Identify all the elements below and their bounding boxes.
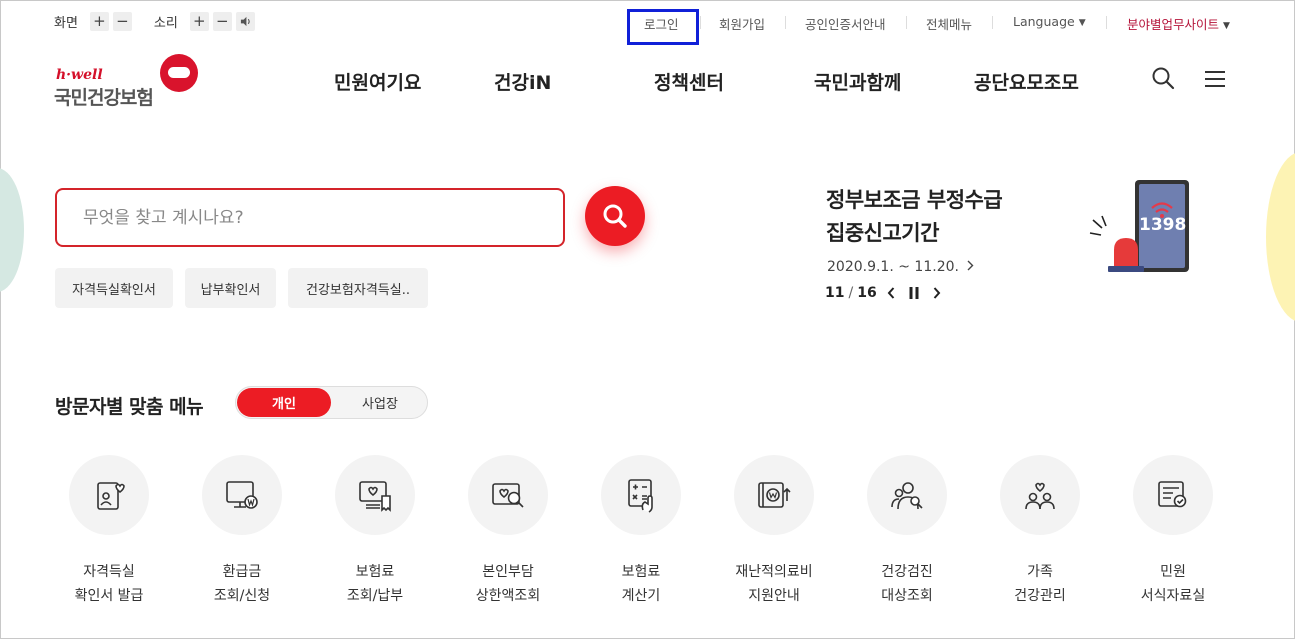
logo-hwell: h·well	[56, 67, 103, 83]
service-label-line2: 조회/신청	[213, 588, 271, 604]
hotline-number: 1398	[1139, 215, 1187, 235]
login-focus-highlight	[627, 9, 699, 45]
tab-personal[interactable]: 개인	[237, 388, 331, 417]
calculator-hand-icon	[601, 455, 681, 535]
section-title: 방문자별 맞춤 메뉴	[55, 396, 204, 418]
business-sites-label: 분야별업무사이트	[1127, 17, 1220, 32]
service-label-line2: 서식자료실	[1140, 588, 1206, 604]
pager-pause-icon[interactable]	[909, 287, 919, 299]
speaker-icon[interactable]	[235, 12, 255, 31]
caret-down-icon: ▼	[1078, 18, 1086, 28]
volume-down-button[interactable]: −	[212, 12, 232, 31]
service-refund[interactable]: 환급금조회/신청	[177, 455, 307, 608]
service-label-line1: 보험료	[355, 564, 395, 580]
header-search-icon[interactable]	[1151, 66, 1175, 90]
service-label-line1: 환급금	[222, 564, 262, 580]
gnb-item-with-people[interactable]: 국민과함께	[814, 68, 901, 95]
service-catastrophic-medical[interactable]: 재난적의료비지원안내	[709, 455, 839, 608]
notice-date-link[interactable]: 2020.9.1. ~ 11.20.	[827, 259, 974, 275]
notice-title-line2: 집중신고기간	[826, 221, 939, 245]
service-label-line2: 상한액조회	[475, 588, 541, 604]
service-copay-ceiling[interactable]: 본인부담상한액조회	[443, 455, 573, 608]
gnb-item-health-in[interactable]: 건강iN	[494, 68, 551, 95]
service-label-line2: 건강관리	[1014, 588, 1066, 604]
service-label-line2: 확인서 발급	[74, 588, 144, 604]
service-label-line2: 지원안내	[748, 588, 800, 604]
pager-prev-icon[interactable]	[887, 287, 895, 299]
tab-business[interactable]: 사업장	[334, 388, 426, 417]
service-label-line1: 건강검진	[881, 564, 933, 580]
sound-label: 소리	[153, 16, 178, 31]
certificate-guide-link[interactable]: 공인인증서안내	[805, 14, 886, 33]
service-family-health[interactable]: 가족건강관리	[975, 455, 1105, 608]
gnb-item-policy[interactable]: 정책센터	[654, 68, 724, 95]
id-card-heart-icon	[69, 455, 149, 535]
decor-blob-left	[0, 168, 24, 292]
decor-blob-right	[1266, 152, 1295, 322]
service-label-line1: 재난적의료비	[735, 564, 813, 580]
document-search-icon	[1133, 455, 1213, 535]
service-premium-payment[interactable]: 보험료조회/납부	[310, 455, 440, 608]
search-submit-button[interactable]	[585, 186, 645, 246]
service-label-line1: 가족	[1027, 564, 1053, 580]
volume-up-button[interactable]: +	[189, 12, 209, 31]
quick-chip-insurance-eligibility[interactable]: 건강보험자격득실..	[288, 268, 428, 308]
service-label-line1: 본인부담	[482, 564, 534, 580]
visitor-type-toggle: 개인 사업장	[235, 386, 428, 419]
caret-down-icon: ▼	[1223, 21, 1230, 31]
gnb-item-civil[interactable]: 민원여기요	[334, 68, 421, 95]
service-civil-forms[interactable]: 민원서식자료실	[1108, 455, 1238, 608]
bill-heart-icon	[335, 455, 415, 535]
screen-zoom-label: 화면	[54, 16, 78, 31]
notice-date: 2020.9.1. ~ 11.20.	[827, 259, 959, 275]
pager-total: 16	[857, 285, 877, 301]
zoom-in-button[interactable]: +	[89, 12, 109, 31]
report-phone-illustration: 1398	[1088, 178, 1198, 278]
zoom-out-button[interactable]: −	[112, 12, 132, 31]
accessibility-controls: 화면 + − 소리 + −	[54, 12, 259, 31]
logo[interactable]: h·well 국민건강보험	[54, 54, 204, 109]
logo-text: 국민건강보험	[54, 87, 154, 109]
notice-title-line1: 정부보조금 부정수급	[826, 188, 1003, 212]
language-select[interactable]: Language ▼	[1013, 14, 1086, 29]
business-sites-select[interactable]: 분야별업무사이트 ▼	[1127, 14, 1230, 33]
search-icon	[603, 204, 627, 228]
chevron-right-icon	[967, 259, 974, 275]
all-menu-link[interactable]: 전체메뉴	[926, 14, 972, 33]
quick-chip-eligibility[interactable]: 자격득실확인서	[55, 268, 173, 308]
service-label-line2: 대상조회	[881, 588, 933, 604]
pager-next-icon[interactable]	[933, 287, 941, 299]
quick-chip-payment[interactable]: 납부확인서	[185, 268, 276, 308]
service-premium-calculator[interactable]: 보험료계산기	[576, 455, 706, 608]
service-label-line2: 계산기	[621, 588, 661, 604]
language-label: Language	[1013, 14, 1075, 29]
service-label-line1: 민원	[1160, 564, 1186, 580]
join-link[interactable]: 회원가입	[719, 14, 765, 33]
utility-bar: 화면 + − 소리 + − 로그인 회원가입 공인인증서안내 전체메뉴 Lang…	[0, 0, 1295, 45]
won-support-icon	[734, 455, 814, 535]
gnb-item-about[interactable]: 공단요모조모	[974, 68, 1079, 95]
main-search-input[interactable]	[57, 190, 563, 245]
notice-title[interactable]: 정부보조금 부정수급 집중신고기간	[826, 184, 1003, 250]
heart-search-icon	[468, 455, 548, 535]
people-search-icon	[867, 455, 947, 535]
service-label-line1: 자격득실	[83, 564, 135, 580]
monitor-won-icon	[202, 455, 282, 535]
search-box	[55, 188, 565, 247]
hamburger-menu-icon[interactable]	[1203, 67, 1227, 91]
pager-current: 11	[825, 285, 845, 301]
service-label-line1: 보험료	[621, 564, 661, 580]
service-eligibility-certificate[interactable]: 자격득실확인서 발급	[44, 455, 174, 608]
logo-emblem-icon	[160, 54, 198, 92]
service-health-checkup[interactable]: 건강검진대상조회	[842, 455, 972, 608]
notice-pager: 11 / 16	[825, 285, 941, 301]
family-heart-icon	[1000, 455, 1080, 535]
service-label-line2: 조회/납부	[346, 588, 404, 604]
